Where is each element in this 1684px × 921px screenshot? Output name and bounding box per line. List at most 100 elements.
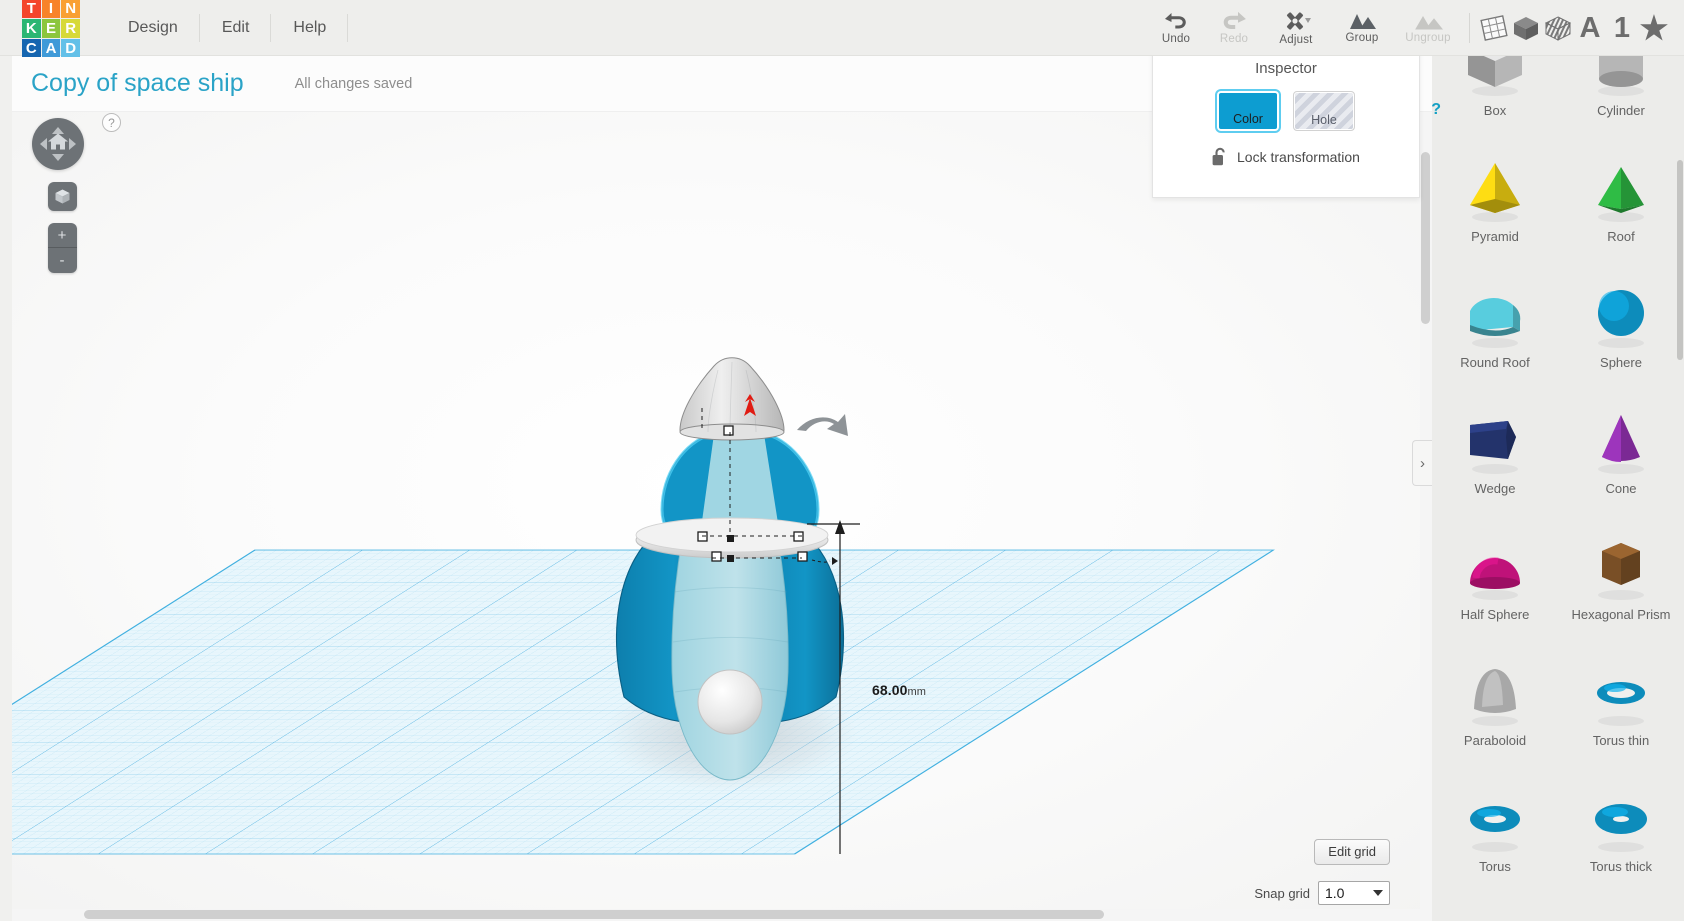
top-menu-bar: TINKERCAD Design Edit Help Undo Redo Adj… (0, 0, 1684, 58)
dimension-unit: mm (907, 686, 927, 698)
snap-grid-label: Snap grid (1254, 885, 1310, 901)
left-gutter (0, 56, 12, 921)
ungroup-button[interactable]: Ungroup (1395, 0, 1461, 56)
canvas-horizontal-scrollbar[interactable] (12, 909, 1432, 921)
shape-item-halfsphere[interactable]: Half Sphere (1432, 514, 1558, 638)
shape-item-label: Pyramid (1471, 229, 1519, 244)
shape-item-paraboloid[interactable]: Paraboloid (1432, 640, 1558, 764)
shape-item-label: Torus thin (1592, 733, 1650, 748)
torusthin-thumbnail-icon (1584, 656, 1658, 732)
horizontal-scroll-thumb[interactable] (84, 910, 1104, 919)
design-title[interactable]: Copy of space ship (31, 69, 244, 98)
sphere-thumbnail-icon (1584, 278, 1658, 354)
shape-item-torus[interactable]: Torus (1432, 766, 1558, 890)
star-glyph: ★ (1639, 10, 1669, 46)
undo-button[interactable]: Undo (1147, 0, 1205, 56)
main-menu: Design Edit Help (106, 0, 349, 56)
shape-item-label: Torus thick (1589, 859, 1653, 874)
tube-thumbnail-icon (1584, 908, 1658, 921)
canvas-vertical-scrollbar[interactable] (1420, 112, 1432, 921)
view-right-arrow[interactable] (69, 138, 76, 150)
shape-item-tubethin[interactable]: Tube thin (1432, 892, 1558, 921)
logo-letter-n: N (61, 0, 80, 19)
group-label: Group (1345, 32, 1379, 44)
inspector-help-button[interactable]: ? (1431, 101, 1441, 119)
fit-to-view-button[interactable] (47, 182, 77, 211)
ungroup-icon (1415, 16, 1443, 30)
number-one-glyph: 1 (1613, 11, 1631, 44)
scrollbar-corner (0, 909, 12, 921)
view-orbit-pad[interactable] (32, 118, 84, 170)
favorite-star-icon[interactable]: ★ (1638, 12, 1670, 44)
shape-item-label: Round Roof (1460, 355, 1530, 370)
vertical-scroll-thumb[interactable] (1421, 152, 1430, 324)
menu-item-help[interactable]: Help (271, 8, 349, 48)
hole-swatch-button[interactable]: Hole (1293, 91, 1355, 131)
undo-icon (1165, 13, 1186, 29)
shape-item-wedge[interactable]: Wedge (1432, 388, 1558, 512)
shape-item-roundroof[interactable]: Round Roof (1432, 262, 1558, 386)
shape-item-label: Wedge (1474, 481, 1516, 496)
shape-item-cylinder[interactable]: Cylinder (1558, 56, 1684, 134)
logo-letter-i: I (41, 0, 61, 19)
zoom-out-button[interactable]: - (47, 248, 77, 273)
ungroup-label: Ungroup (1405, 32, 1451, 44)
inspector-panel: Inspector Color Hole ? Lock transformati… (1152, 48, 1441, 198)
box-thumbnail-icon (1458, 56, 1532, 102)
inspector-swatches: Color Hole ? (1153, 91, 1441, 131)
toolbar-divider (1469, 13, 1470, 43)
cube-solid-icon[interactable] (1510, 12, 1542, 44)
shape-item-torusthin[interactable]: Torus thin (1558, 640, 1684, 764)
snap-grid-select[interactable]: 1.0 (1318, 881, 1390, 905)
roof-thumbnail-icon (1584, 152, 1658, 228)
group-button[interactable]: Group (1329, 0, 1395, 56)
dimension-value: 68.00 (872, 682, 908, 698)
shapes-panel-scrollbar[interactable] (1677, 160, 1683, 360)
shape-item-label: Sphere (1600, 355, 1642, 370)
cube-icon (55, 189, 69, 204)
unlock-icon (1212, 147, 1225, 166)
view-left-arrow[interactable] (40, 138, 47, 150)
hole-swatch-label: Hole (1311, 113, 1337, 127)
text-letter-icon[interactable]: A (1574, 12, 1606, 44)
color-swatch-button[interactable]: Color (1217, 91, 1279, 131)
shapes-panel-collapse-button[interactable]: › (1412, 440, 1432, 486)
shape-item-roof[interactable]: Roof (1558, 136, 1684, 260)
tubethin-thumbnail-icon (1458, 908, 1532, 921)
menu-item-edit[interactable]: Edit (200, 8, 272, 48)
paraboloid-thumbnail-icon (1458, 656, 1532, 732)
workplane-icon[interactable] (1478, 12, 1510, 44)
save-status: All changes saved (294, 75, 413, 92)
edit-grid-button[interactable]: Edit grid (1314, 839, 1390, 865)
redo-button[interactable]: Redo (1205, 0, 1263, 56)
striped-cube-icon[interactable] (1542, 12, 1574, 44)
menu-label: Design (128, 18, 178, 36)
shape-item-tube[interactable]: Tube (1558, 892, 1684, 921)
adjust-button[interactable]: Adjust (1263, 0, 1329, 56)
letter-a-glyph: A (1579, 11, 1601, 44)
logo-letter-a: A (41, 38, 61, 58)
hexprism-thumbnail-icon (1584, 530, 1658, 606)
shape-item-hexprism[interactable]: Hexagonal Prism (1558, 514, 1684, 638)
number-one-icon[interactable]: 1 (1606, 12, 1638, 44)
logo-letter-t: T (22, 0, 41, 19)
shape-item-cone[interactable]: Cone (1558, 388, 1684, 512)
shape-item-pyramid[interactable]: Pyramid (1432, 136, 1558, 260)
3d-canvas[interactable]: 68.00mm Edit grid Snap grid 1.0 (12, 112, 1432, 921)
shape-item-sphere[interactable]: Sphere (1558, 262, 1684, 386)
roundroof-thumbnail-icon (1458, 278, 1532, 354)
menu-label: Edit (221, 18, 250, 36)
shape-item-torusthick[interactable]: Torus thick (1558, 766, 1684, 890)
menu-item-design[interactable]: Design (106, 8, 200, 48)
home-view-icon[interactable] (47, 132, 69, 157)
navigation-help-button[interactable]: ? (102, 113, 121, 132)
zoom-in-button[interactable]: + (47, 223, 77, 248)
view-navigation-widget: ? + - (32, 113, 121, 273)
cylinder-thumbnail-icon (1584, 56, 1658, 102)
adjust-label: Adjust (1279, 34, 1313, 46)
shapes-panel: Box Cylinder Pyramid Roof Round Roof Sph… (1432, 56, 1684, 921)
shape-item-box[interactable]: Box (1432, 56, 1558, 134)
tinkercad-logo[interactable]: TIN KER CAD (22, 0, 80, 58)
shape-item-label: Cylinder (1597, 103, 1645, 118)
lock-transformation-row[interactable]: Lock transformation (1153, 147, 1419, 166)
